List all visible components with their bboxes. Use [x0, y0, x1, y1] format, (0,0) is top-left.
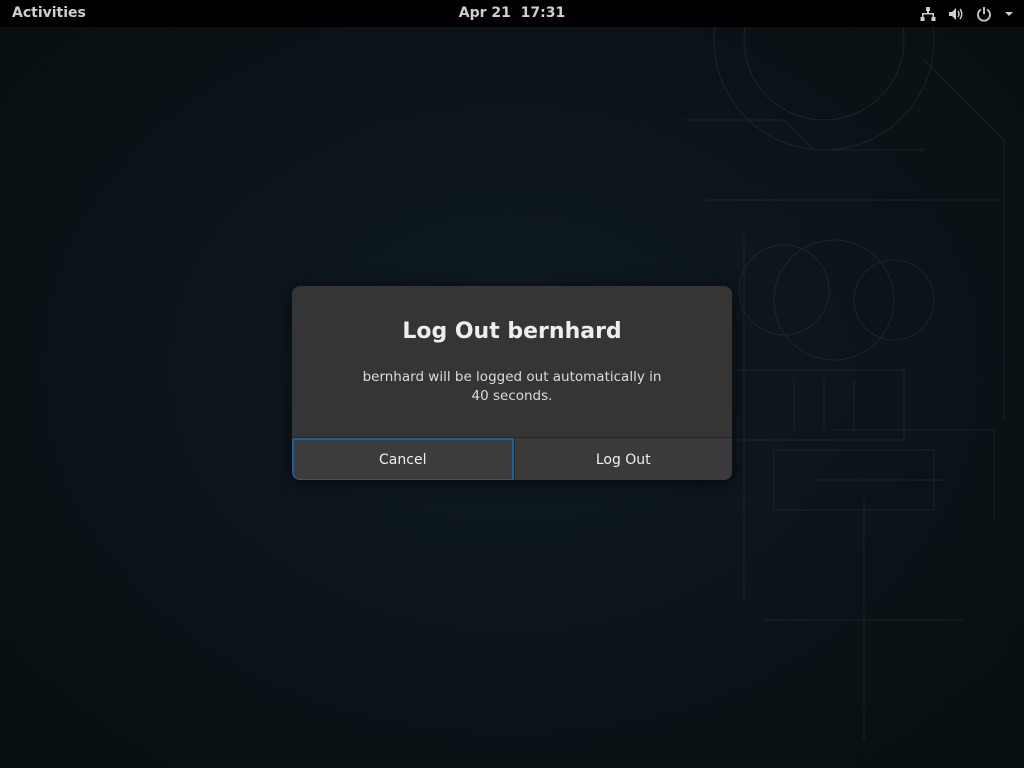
activities-button[interactable]: Activities: [12, 5, 86, 21]
power-icon: [976, 6, 992, 22]
dropdown-arrow-icon: [1004, 6, 1014, 22]
clock-button[interactable]: Apr 21 17:31: [459, 5, 565, 21]
clock: Apr 21 17:31: [0, 5, 1024, 21]
logout-dialog: Log Out bernhard bernhard will be logged…: [292, 286, 732, 480]
volume-icon: [948, 6, 964, 22]
network-icon: [920, 6, 936, 22]
top-bar: Activities Apr 21 17:31: [0, 0, 1024, 27]
desktop-background: Activities Apr 21 17:31 Log Out bernhard…: [0, 0, 1024, 768]
log-out-button[interactable]: Log Out: [513, 438, 732, 480]
dialog-message: bernhard will be logged out automaticall…: [362, 369, 662, 404]
dialog-button-row: Cancel Log Out: [292, 437, 732, 480]
cancel-button[interactable]: Cancel: [292, 438, 514, 480]
dialog-title: Log Out bernhard: [402, 319, 622, 344]
system-tray[interactable]: [920, 4, 1014, 24]
